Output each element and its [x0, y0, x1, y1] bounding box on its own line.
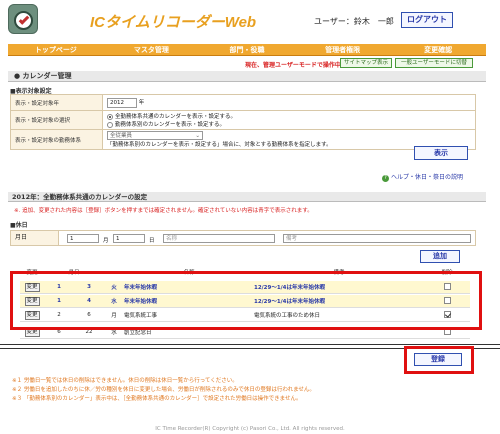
holiday-title: ■休日 — [10, 222, 28, 229]
highlight-frame-rows — [10, 271, 482, 330]
worktype-label: 表示・設定対象の勤務体系 — [10, 129, 103, 150]
display-button[interactable]: 表示 — [414, 146, 468, 160]
option-specific-label: 勤務体系別のカレンダーを表示・設定する。 — [115, 122, 226, 128]
worktype-select[interactable]: 全従業員 ⌄ — [107, 131, 203, 140]
footnote-1: ※１ 労働日一覧では休日の削除はできません。休日の削除は休日一覧から行ってくださ… — [12, 378, 238, 384]
year-unit: 年 — [138, 99, 145, 106]
header: ICタイムリコーダーWeb ユーザー：鈴木 一郎 ログアウト — [0, 0, 500, 40]
nav-item-department[interactable]: 部門・役職 — [199, 44, 295, 55]
year-cell: 2012 年 — [102, 94, 476, 111]
sitemap-button[interactable]: サイトマップ表示 — [340, 58, 392, 68]
register-button[interactable]: 登録 — [414, 353, 462, 366]
day-unit: 日 — [149, 238, 155, 244]
footnote-3: ※３ 「勤務体系別のカレンダー」表示中は、［全勤務体系共通のカレンダー］で設定さ… — [12, 396, 302, 402]
divider — [0, 344, 500, 345]
unsaved-note: ※. 追加、変更された内容は［登録］ボタンを押すまでは確定されません。確定されて… — [14, 208, 313, 214]
page: { "header": { "app_title": "ICタイムリコーダーWe… — [0, 0, 500, 434]
selection-cell: 全勤務体系共通のカレンダーを表示・設定する。 勤務体系別のカレンダーを表示・設定… — [102, 110, 476, 130]
nav-item-master[interactable]: マスタ管理 — [104, 44, 200, 55]
nav-item-admin[interactable]: 管理者権限 — [295, 44, 391, 55]
day-select[interactable]: 1 — [113, 234, 145, 243]
date-label: 月日 — [11, 231, 59, 245]
app-title: ICタイムリコーダーWeb — [90, 14, 257, 31]
name-input[interactable]: 名称 — [163, 234, 275, 243]
help-link-label: ヘルプ・休日・祭日の説明 — [391, 174, 464, 181]
help-link[interactable]: ? ヘルプ・休日・祭日の説明 — [382, 172, 463, 182]
nav-item-changes[interactable]: 変更確認 — [390, 44, 486, 55]
year-label: 表示・設定対象年 — [10, 94, 103, 111]
user-name: ユーザー：鈴木 一郎 — [314, 17, 394, 26]
chevron-down-icon: ⌄ — [195, 133, 200, 139]
year-input[interactable]: 2012 — [107, 97, 137, 108]
help-icon: ? — [382, 175, 389, 182]
selection-label: 表示・設定対象の選択 — [10, 110, 103, 130]
memo-input[interactable]: 備考 — [283, 234, 471, 243]
radio-specific-calendar[interactable] — [107, 121, 113, 128]
year-calendar-title: 2012年：全勤務体系共通のカレンダーの設定 — [8, 192, 486, 202]
nav-item-top[interactable]: トップページ — [8, 44, 104, 55]
main-nav: トップページ マスタ管理 部門・役職 管理者権限 変更確認 — [8, 44, 486, 56]
section-title: ● カレンダー管理 — [8, 71, 486, 82]
worktype-select-value: 全従業員 — [110, 133, 133, 139]
month-unit: 月 — [103, 238, 109, 244]
month-select[interactable]: 1 — [67, 234, 99, 243]
copyright: IC Time Recorder(R) Copyright (c) Pasori… — [155, 426, 345, 432]
footnote-2: ※２ 労働日を追加したのちに休／労の種別を休日に変更した場合、労働日が削除される… — [12, 387, 315, 393]
logout-button[interactable]: ログアウト — [401, 12, 453, 28]
holiday-add-row: 月日 1 月 1 日 名称 備考 — [10, 230, 476, 246]
radio-common-calendar[interactable] — [107, 113, 113, 120]
add-button[interactable]: 追加 — [420, 250, 460, 263]
app-logo — [8, 4, 38, 34]
settings-table: 表示・設定対象年 2012 年 表示・設定対象の選択 全勤務体系共通のカレンダー… — [10, 94, 476, 150]
footnotes: ※１ 労働日一覧では休日の削除はできません。休日の削除は休日一覧から行ってくださ… — [12, 377, 315, 404]
switch-user-mode-button[interactable]: 一般ユーザーモードに切替 — [395, 58, 473, 68]
